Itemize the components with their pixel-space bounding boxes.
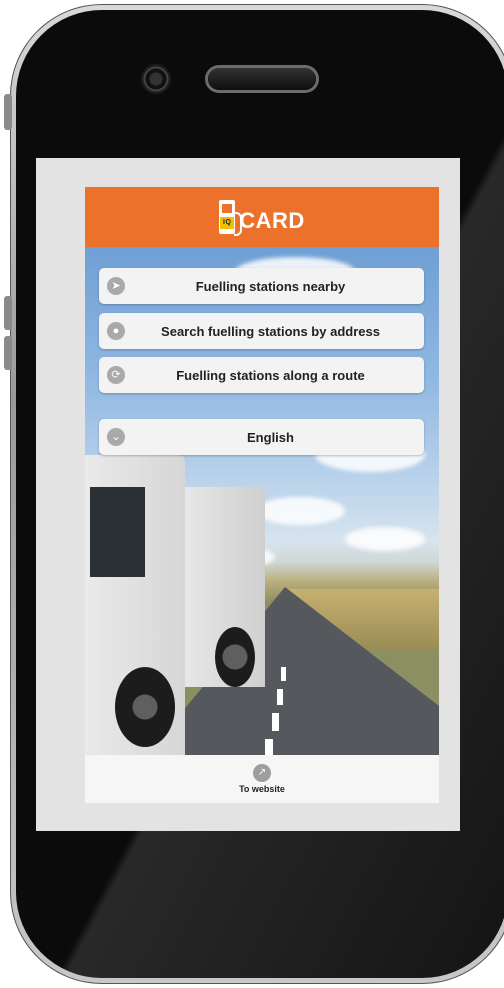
- stations-along-route-button[interactable]: ⟳ Fuelling stations along a route: [99, 357, 424, 393]
- truck-wheel: [215, 627, 255, 687]
- truck-window: [90, 487, 145, 577]
- front-camera: [141, 64, 171, 94]
- menu-item-label: Search fuelling stations by address: [161, 323, 380, 339]
- volume-up-button: [4, 296, 12, 330]
- map-pin-icon: ●: [107, 322, 125, 340]
- menu-item-label: Fuelling stations nearby: [195, 278, 346, 294]
- mute-switch: [4, 94, 12, 130]
- fuel-pump-icon: IQ: [219, 200, 243, 236]
- volume-down-button: [4, 336, 12, 370]
- earpiece-speaker: [208, 68, 316, 90]
- search-by-address-button[interactable]: ● Search fuelling stations by address: [99, 313, 424, 349]
- route-icon: ⟳: [107, 366, 125, 384]
- brand-name: CARD: [239, 208, 305, 233]
- app-header: IQ CARD: [85, 187, 439, 247]
- language-label: English: [247, 429, 294, 445]
- app-logo: IQ CARD: [219, 200, 305, 236]
- menu-item-label: Fuelling stations along a route: [176, 367, 365, 383]
- external-link-icon: ↗: [253, 764, 271, 782]
- brand-badge: IQ: [220, 217, 235, 229]
- fuelling-stations-nearby-button[interactable]: ➤ Fuelling stations nearby: [99, 268, 424, 304]
- language-select[interactable]: ⌄ English: [99, 419, 424, 455]
- location-arrow-icon: ➤: [107, 277, 125, 295]
- chevron-down-icon: ⌄: [107, 428, 125, 446]
- truck-wheel: [115, 667, 175, 747]
- footer-website-link[interactable]: ↗ To website: [85, 755, 439, 803]
- website-link-label: To website: [239, 784, 285, 794]
- app-viewport: IQ CARD ➤ Fuelling stations nearby ● Sea…: [85, 187, 439, 803]
